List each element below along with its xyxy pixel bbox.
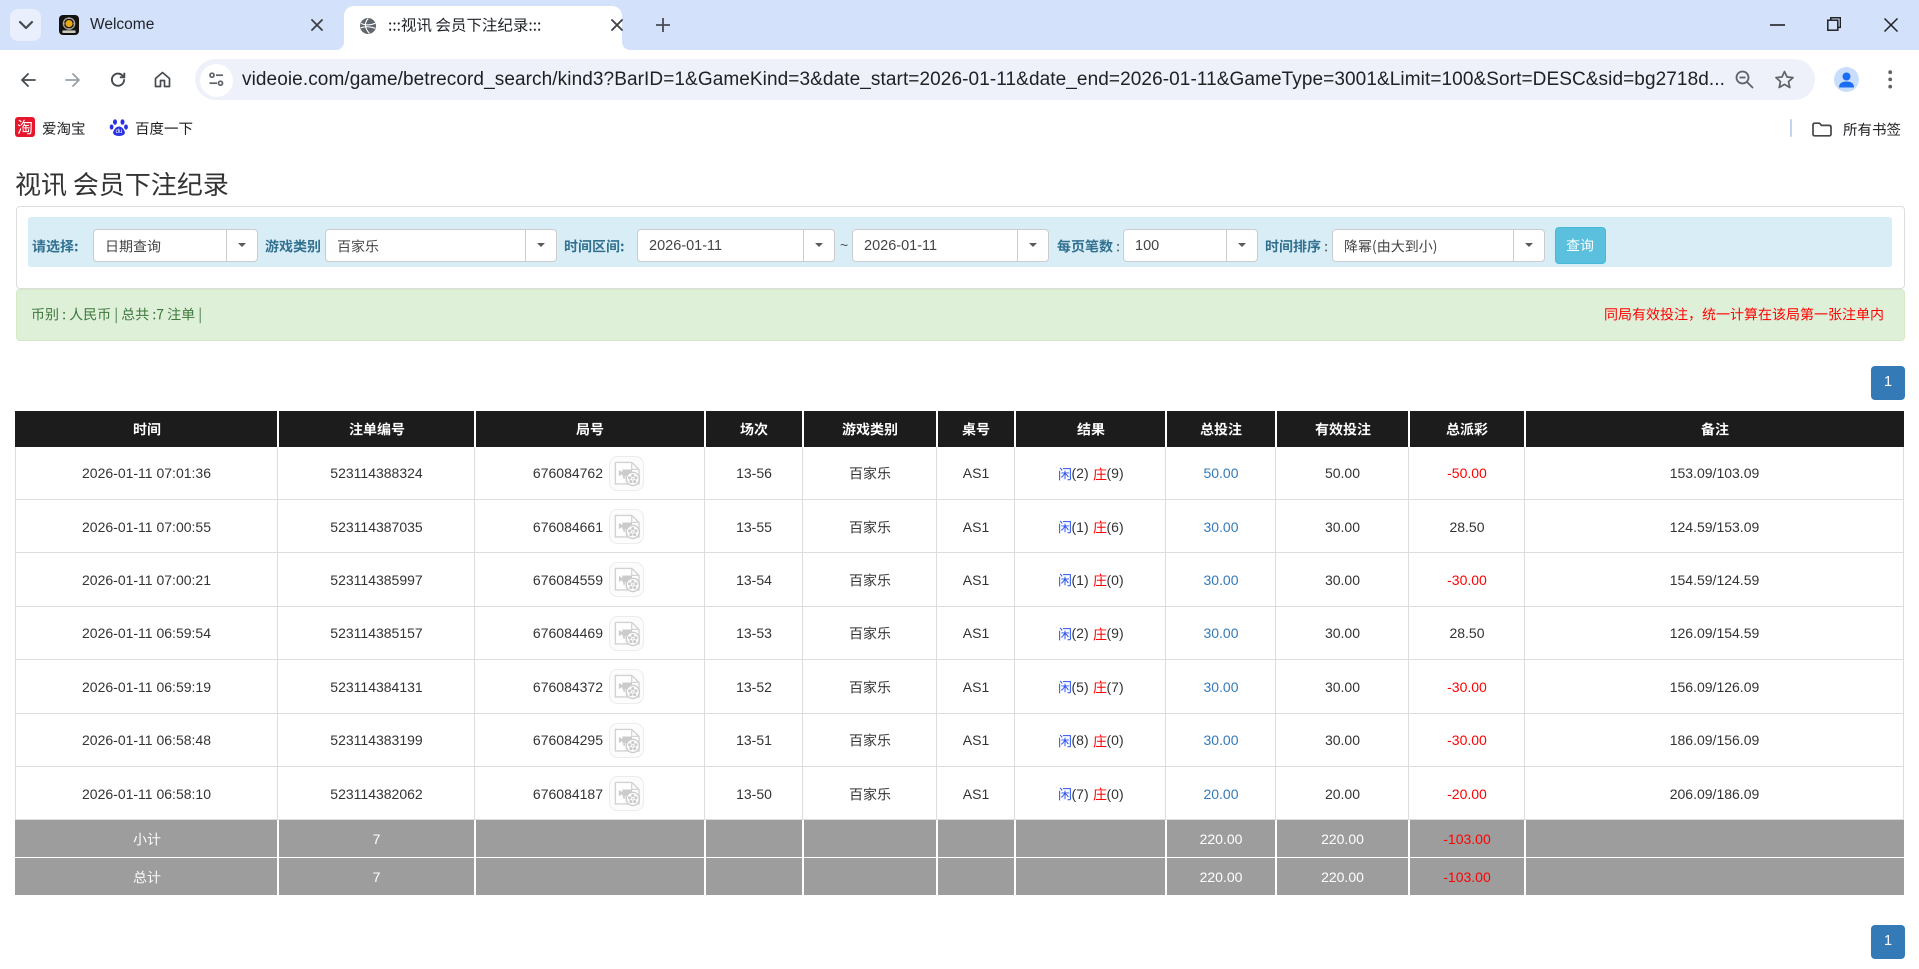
svg-text:du: du [116,129,123,135]
